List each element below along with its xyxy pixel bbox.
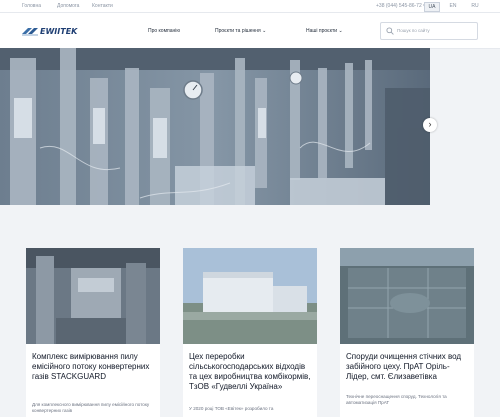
project-card[interactable]: Цех переробки сільськогосподарських відх… — [183, 248, 317, 417]
phone-number[interactable]: +38 (044) 545-86-72 ▾ — [376, 3, 426, 9]
lang-en[interactable]: EN — [446, 2, 460, 10]
hero-next-button[interactable]: › — [423, 118, 437, 132]
nav-works-label: Наші проєкти — [306, 28, 338, 34]
project-image — [183, 248, 317, 344]
project-excerpt: Для комплексного вимірювання пилу емісій… — [32, 402, 150, 413]
project-excerpt: Технічне переоснащення споруд. Технологі… — [346, 394, 447, 405]
main-header: EWIITEK Про компанію Проєкти та рішення … — [0, 13, 500, 49]
nav-projects[interactable]: Проєкти та рішення ⌄ — [215, 28, 266, 34]
project-image — [26, 248, 160, 344]
project-title[interactable]: Споруди очищення стічних вод забійного ц… — [346, 352, 470, 382]
project-image — [340, 248, 474, 344]
chevron-down-icon: ⌄ — [262, 28, 267, 34]
project-title[interactable]: Комплекс вимірювання пилу емісійного пот… — [32, 352, 156, 382]
lang-ua[interactable]: UA — [424, 2, 440, 12]
project-card[interactable]: Комплекс вимірювання пилу емісійного пот… — [26, 248, 160, 417]
project-card[interactable]: Споруди очищення стічних вод забійного ц… — [340, 248, 474, 417]
nav-projects-label: Проєкти та рішення — [215, 28, 261, 34]
company-logo[interactable]: EWIITEK — [22, 26, 112, 36]
nav-works[interactable]: Наші проєкти ⌄ — [306, 28, 343, 34]
hero-image — [0, 48, 430, 205]
hero-banner — [0, 48, 430, 205]
chevron-down-icon: ⌄ — [338, 28, 343, 34]
project-title[interactable]: Цех переробки сільськогосподарських відх… — [189, 352, 313, 392]
search-input[interactable]: Пошук по сайту — [397, 28, 430, 33]
top-link-contacts[interactable]: Контакти — [92, 3, 113, 9]
lang-ru[interactable]: RU — [468, 2, 482, 10]
logo-text: EWIITEK — [40, 27, 78, 36]
project-excerpt: У 2020 році ТОВ «Евітек» розробило та — [189, 406, 274, 411]
search-box[interactable]: Пошук по сайту — [380, 22, 478, 40]
nav-about[interactable]: Про компанію — [148, 28, 180, 34]
top-link-help[interactable]: Допомога — [57, 3, 79, 9]
top-link-home[interactable]: Головна — [22, 3, 41, 9]
search-icon — [386, 27, 394, 35]
top-utility-bar: Головна Допомога Контакти +38 (044) 545-… — [0, 0, 500, 13]
